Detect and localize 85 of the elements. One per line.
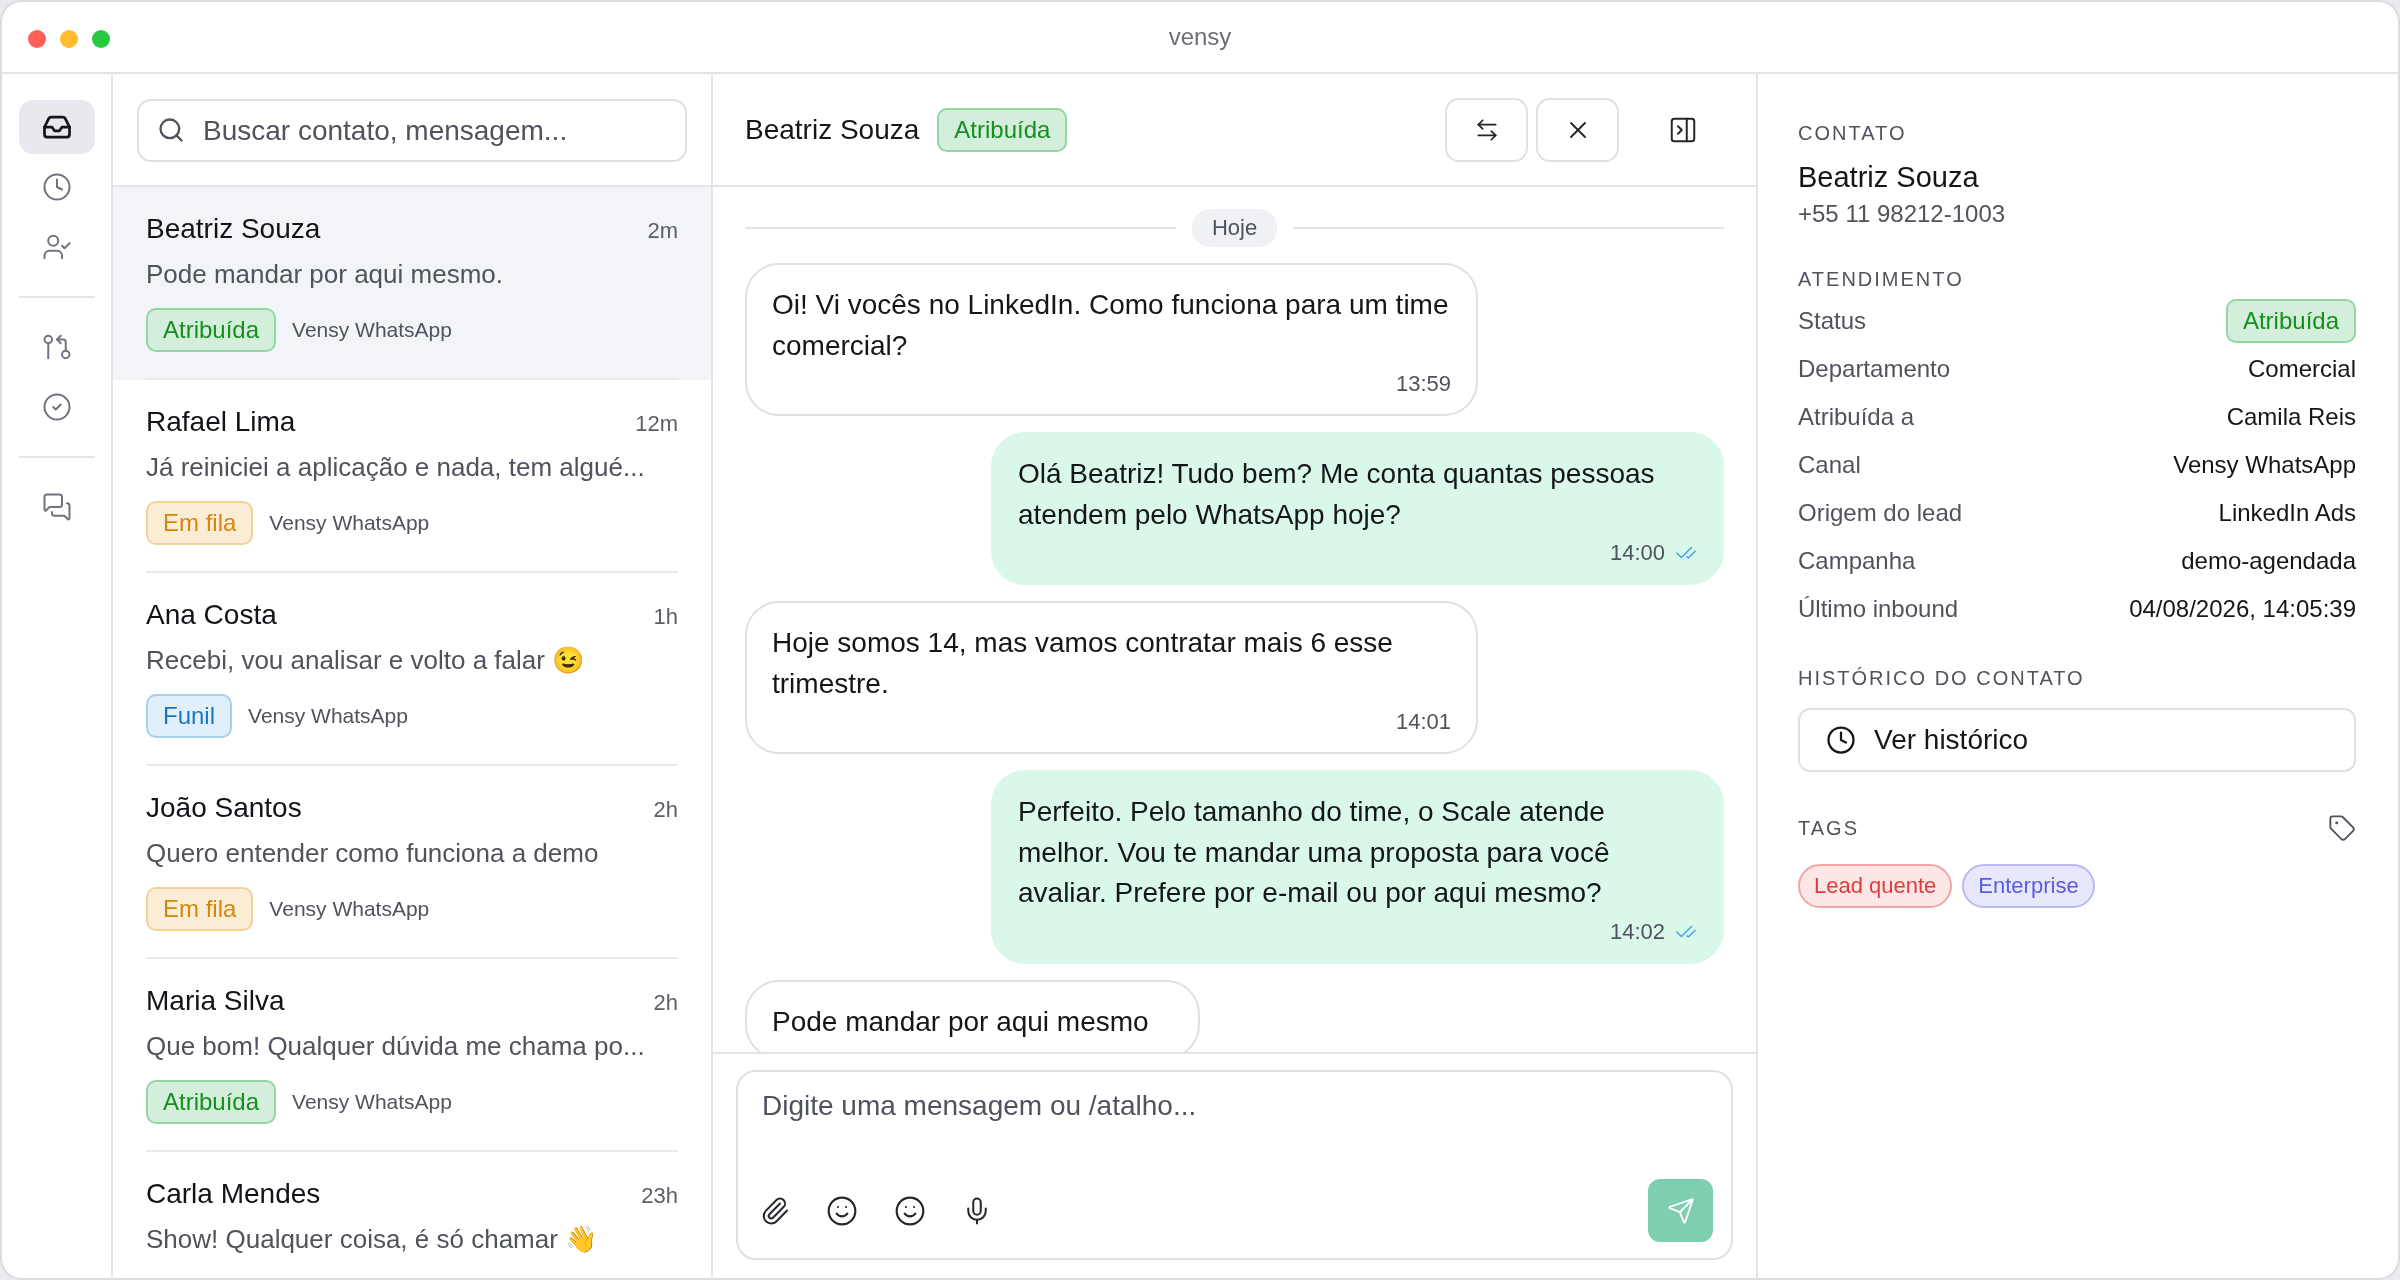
phone-number: +55 11 98212-1003	[1798, 200, 2007, 228]
message-time: 2h	[653, 797, 678, 823]
section-heading: HISTÓRICO DO CONTATO	[1798, 667, 2086, 690]
message-time: 13:59	[1395, 370, 1451, 399]
message-text: Oi! Vi vocês no LinkedIn. Como funciona para um time comercial?	[772, 288, 1450, 363]
chat-bubbles-icon	[41, 492, 72, 522]
channel-label: Vensy WhatsApp	[269, 897, 430, 921]
field-value: LinkedIn Ads	[2218, 499, 2356, 527]
check-circle-icon	[41, 392, 72, 422]
channel-label: Vensy WhatsApp	[292, 1090, 452, 1114]
status-badge: Atribuída	[146, 1080, 277, 1124]
message-time: 12m	[635, 411, 678, 437]
attach-button[interactable]	[760, 1195, 790, 1226]
message-preview: Pode mandar por aqui mesmo.	[146, 259, 504, 290]
user-check-icon	[41, 232, 72, 262]
field-value: Vensy WhatsApp	[2173, 451, 2356, 479]
status-badge: Em fila	[146, 501, 254, 545]
send-icon	[1666, 1196, 1695, 1225]
field-label: Status	[1798, 307, 1867, 335]
smiley-icon	[826, 1194, 858, 1227]
contact-name: Rafael Lima	[146, 406, 296, 438]
contact-name: Ana Costa	[146, 599, 277, 631]
contact-name: Beatriz Souza	[146, 213, 321, 245]
message-text: Olá Beatriz! Tudo bem? Me conta quantas pessoas atendem pelo WhatsApp hoje?	[1018, 457, 1656, 532]
status-badge: Atribuída	[937, 107, 1068, 152]
field-value: demo-agendada	[2181, 547, 2356, 575]
section-heading: CONTATO	[1798, 122, 1908, 145]
channel-label: Vensy WhatsApp	[269, 511, 430, 535]
status-badge: Atribuída	[146, 308, 277, 352]
contact-name: Maria Silva	[146, 985, 285, 1017]
message-time: 2m	[647, 218, 678, 244]
field-value: Camila Reis	[2226, 403, 2356, 431]
message-composer[interactable]: Digite uma mensagem ou /atalho...	[736, 1070, 1733, 1260]
message-text: Hoje somos 14, mas vamos contratar mais 6 esse trimestre.	[772, 626, 1394, 701]
transfer-button[interactable]	[1445, 97, 1528, 162]
emoji-button[interactable]	[826, 1194, 858, 1227]
history-button[interactable]: Ver histórico	[1798, 708, 2356, 772]
message-time: 1h	[653, 604, 678, 630]
field-label: Atribuída a	[1798, 403, 1915, 431]
message-time: 23h	[641, 1183, 678, 1209]
message-time: 14:01	[1395, 708, 1451, 737]
field-label: Campanha	[1798, 547, 1916, 575]
message-time: 14:00	[1609, 539, 1665, 568]
status-badge: Em fila	[146, 887, 254, 931]
date-separator: Hoje	[1191, 209, 1278, 247]
section-heading: TAGS	[1798, 816, 1859, 840]
contact-name: Beatriz Souza	[1798, 161, 1980, 194]
field-label: Departamento	[1798, 355, 1951, 383]
clock-icon	[41, 172, 72, 202]
contact-name: João Santos	[146, 792, 302, 824]
conversation-item[interactable]: Beatriz Souza 2m Pode mandar por aqui mesmo. Atribuída Vensy WhatsApp	[113, 187, 711, 380]
status-badge: Atribuída	[2225, 299, 2356, 343]
message-preview: Que bom! Qualquer dúvida me chama po...	[146, 1031, 646, 1062]
message-text: Pode mandar por aqui mesmo	[772, 1004, 1150, 1039]
tag-icon[interactable]	[2328, 814, 2356, 842]
channel-label: Vensy WhatsApp	[292, 318, 452, 342]
smiley-icon	[894, 1194, 926, 1227]
search-field[interactable]: Buscar contato, mensagem...	[137, 99, 687, 162]
message-time: 14:02	[1609, 918, 1665, 946]
message-preview: Show! Qualquer coisa, é só chamar 👋	[146, 1224, 599, 1255]
field-value: 04/08/2026, 14:05:39	[2129, 595, 2356, 623]
contact-name: Carla Mendes	[146, 1178, 321, 1210]
message-time: 2h	[653, 990, 678, 1016]
field-label: Último inbound	[1798, 595, 1959, 623]
section-heading: ATENDIMENTO	[1798, 268, 1965, 291]
tag: Enterprise	[1962, 864, 2095, 908]
clock-icon	[1826, 725, 1856, 755]
field-label: Origem do lead	[1798, 499, 1963, 527]
chat-contact-name: Beatriz Souza	[745, 113, 920, 146]
status-badge: Funil	[146, 694, 233, 738]
search-icon	[157, 116, 185, 144]
nav-button[interactable]	[18, 100, 95, 154]
channel-label: Vensy WhatsApp	[248, 704, 408, 728]
close-window-button[interactable]	[28, 30, 46, 48]
sticker-button[interactable]	[894, 1194, 926, 1227]
window-title: vensy	[1168, 23, 1232, 51]
field-label: Canal	[1798, 451, 1861, 479]
branch-icon	[41, 332, 72, 362]
field-value: Comercial	[2247, 355, 2356, 383]
paperclip-icon	[760, 1195, 790, 1226]
message-text: Perfeito. Pelo tamanho do time, o Scale atende melhor. Vou te mandar uma proposta para você avaliar. Prefere por e-mail ou por aqui mesmo?	[1018, 795, 1611, 911]
tag: Lead quente	[1798, 864, 1953, 908]
message-preview: Já reiniciei a aplicação e nada, tem algué...	[146, 452, 646, 483]
message-preview: Recebi, vou analisar e volto a falar 😉	[146, 645, 586, 676]
message-preview: Quero entender como funciona a demo	[146, 838, 600, 869]
